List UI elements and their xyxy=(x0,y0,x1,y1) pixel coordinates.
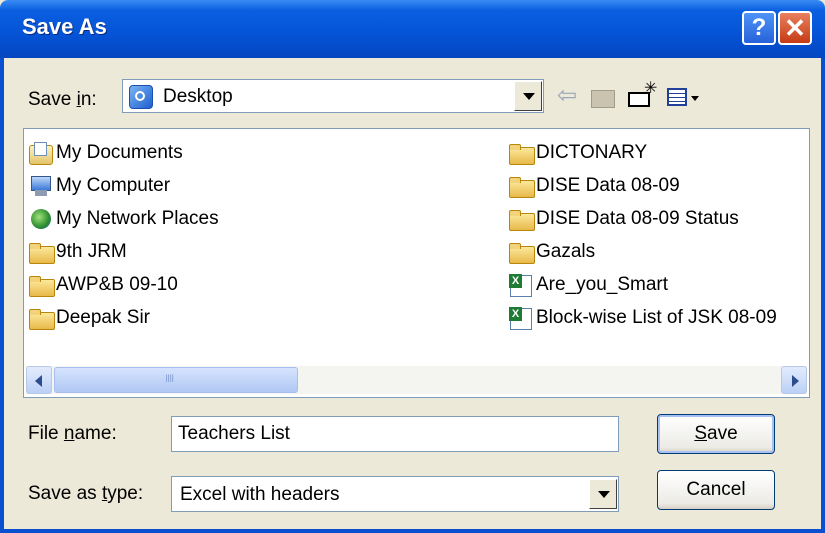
list-item-label: Gazals xyxy=(536,241,596,262)
desktop-icon xyxy=(129,85,153,109)
up-folder-button[interactable] xyxy=(587,80,617,112)
save-as-type-dropdown[interactable]: Excel with headers xyxy=(171,476,619,512)
list-item[interactable]: My Computer xyxy=(28,171,170,201)
list-item[interactable]: My Network Places xyxy=(28,204,219,234)
file-list[interactable]: My Documents My Computer My Network Plac… xyxy=(23,128,810,398)
folder-icon xyxy=(508,175,535,198)
file-name-input[interactable] xyxy=(171,416,619,452)
excel-file-icon xyxy=(508,274,534,297)
help-button[interactable]: ? xyxy=(742,11,776,45)
list-item[interactable]: AWP&B 09-10 xyxy=(28,270,178,300)
list-item-label: Block-wise List of JSK 08-09 xyxy=(536,307,777,328)
list-item-label: DISE Data 08-09 Status xyxy=(536,208,739,229)
list-item-label: Are_you_Smart xyxy=(536,274,669,295)
list-item[interactable]: DICTONARY xyxy=(508,138,647,168)
list-item[interactable]: DISE Data 08-09 Status xyxy=(508,204,739,234)
list-item[interactable]: DISE Data 08-09 xyxy=(508,171,680,201)
list-item-label: My Documents xyxy=(56,142,183,163)
window-border-left xyxy=(0,58,4,533)
list-item-label: Deepak Sir xyxy=(56,307,150,328)
folder-icon xyxy=(28,274,55,297)
folder-icon xyxy=(508,142,535,165)
save-button[interactable]: Save xyxy=(657,414,775,454)
window-border-right xyxy=(821,58,825,533)
network-places-icon xyxy=(28,208,54,230)
chevron-down-icon[interactable] xyxy=(514,81,542,111)
list-item-label: DICTONARY xyxy=(536,142,648,163)
list-item[interactable]: My Documents xyxy=(28,138,183,168)
horizontal-scrollbar[interactable] xyxy=(26,366,807,394)
save-as-type-label: Save as type: xyxy=(28,483,144,504)
file-name-label: File name: xyxy=(28,423,117,444)
save-in-label: Save in: xyxy=(28,89,97,110)
scroll-right-icon[interactable] xyxy=(781,366,807,394)
list-item-label: DISE Data 08-09 xyxy=(536,175,680,196)
chevron-down-icon[interactable] xyxy=(589,479,617,509)
list-item-label: My Network Places xyxy=(56,208,219,229)
location-value: Desktop xyxy=(163,86,233,107)
list-item[interactable]: Gazals xyxy=(508,237,595,267)
save-in-dropdown[interactable]: Desktop xyxy=(122,79,544,113)
save-as-type-value: Excel with headers xyxy=(180,484,340,505)
list-item[interactable]: Deepak Sir xyxy=(28,303,150,333)
scroll-left-icon[interactable] xyxy=(26,366,52,394)
cancel-button[interactable]: Cancel xyxy=(657,470,775,510)
list-item[interactable]: Are_you_Smart xyxy=(508,270,668,300)
folder-icon xyxy=(28,241,55,264)
window-title: Save As xyxy=(22,14,107,39)
window-border-bottom xyxy=(0,529,825,533)
my-computer-icon xyxy=(28,175,54,197)
scrollbar-thumb[interactable] xyxy=(54,367,298,393)
list-item[interactable]: 9th JRM xyxy=(28,237,127,267)
list-item[interactable]: Block-wise List of JSK 08-09 xyxy=(508,303,777,333)
excel-file-icon xyxy=(508,307,534,330)
close-button[interactable]: ✕ xyxy=(778,11,812,45)
folder-icon xyxy=(508,208,535,231)
list-item-label: My Computer xyxy=(56,175,171,196)
my-documents-icon xyxy=(28,142,54,165)
list-item-label: AWP&B 09-10 xyxy=(56,274,178,295)
back-button[interactable]: ⇦ xyxy=(552,80,582,112)
views-menu-button[interactable] xyxy=(664,80,704,112)
title-bar: Save As ? ✕ xyxy=(0,0,825,58)
folder-icon xyxy=(28,307,55,330)
new-folder-button[interactable] xyxy=(624,78,658,112)
folder-icon xyxy=(508,241,535,264)
list-item-label: 9th JRM xyxy=(56,241,127,262)
